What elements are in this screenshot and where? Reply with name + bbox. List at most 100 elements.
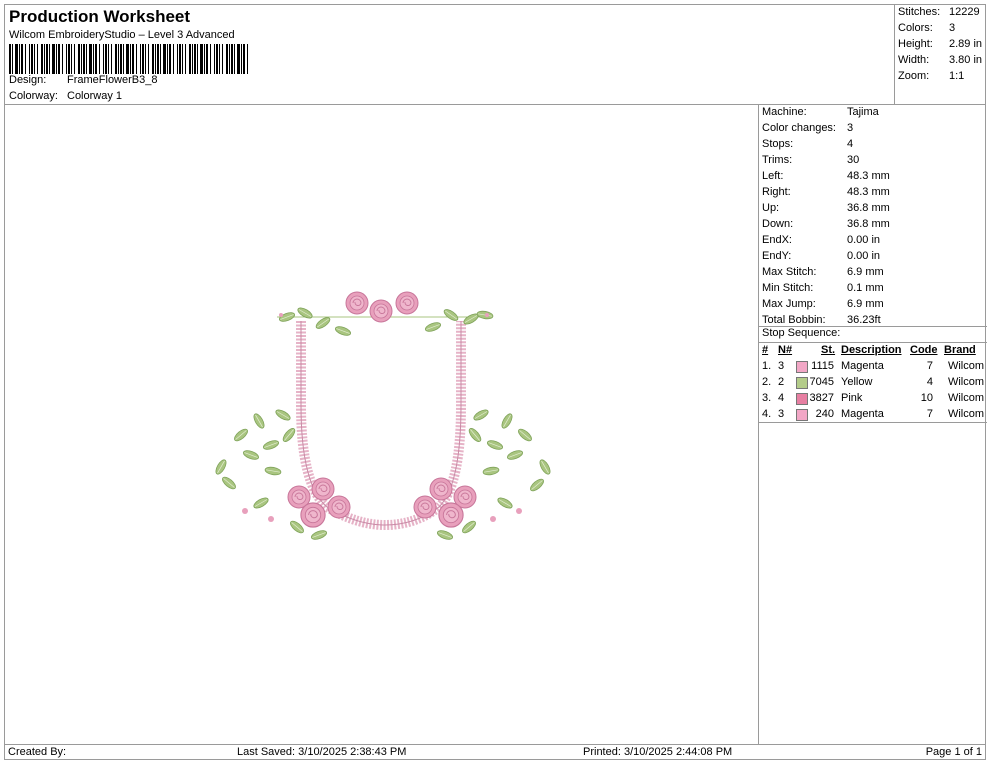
barcode-bar — [21, 44, 23, 74]
barcode-bar — [15, 44, 18, 74]
barcode-bar — [52, 44, 55, 74]
thread-color-swatch — [796, 377, 808, 389]
barcode-bar — [68, 44, 70, 74]
barcode-bar — [46, 44, 48, 74]
roses — [242, 291, 522, 528]
design-stats: Stitches: 12229 Colors: 3 Height: 2.89 in W… — [894, 4, 986, 105]
stat-width: Width: 3.80 in — [898, 54, 983, 66]
machine-row: Right: 48.3 mm — [762, 186, 890, 198]
barcode-bar — [118, 44, 119, 74]
barcode-bar — [95, 44, 97, 74]
barcode-bar — [179, 44, 181, 74]
barcode-bar — [219, 44, 220, 74]
machine-row: Up: 36.8 mm — [762, 202, 890, 214]
barcode-bar — [152, 44, 154, 74]
barcode-bar — [140, 44, 141, 74]
thread-color-swatch — [796, 409, 808, 421]
barcode-bar — [58, 44, 60, 74]
barcode-bar — [115, 44, 117, 74]
barcode-bar — [71, 44, 72, 74]
design-preview — [4, 104, 759, 745]
machine-row: Stops: 4 — [762, 138, 854, 150]
barcode-bar — [214, 44, 215, 74]
embroidery-design — [213, 291, 553, 542]
barcode-bar — [130, 44, 131, 74]
barcode-bar — [93, 44, 94, 74]
stat-colors: Colors: 3 — [898, 22, 956, 34]
created-by: Created By: — [8, 746, 67, 758]
barcode-bar — [111, 44, 112, 74]
barcode-bar — [243, 44, 245, 74]
page-number: Page 1 of 1 — [925, 746, 982, 758]
barcode-bar — [44, 44, 45, 74]
barcode-bar — [145, 44, 146, 74]
barcode-bar — [194, 44, 196, 74]
barcode-bar — [247, 44, 248, 74]
barcode-bar — [142, 44, 144, 74]
barcode-bar — [56, 44, 57, 74]
barcode-bar — [241, 44, 242, 74]
machine-row: Max Jump: 6.9 mm — [762, 298, 884, 310]
barcode-bar — [123, 44, 124, 74]
barcode-bar — [204, 44, 205, 74]
machine-row: Left: 48.3 mm — [762, 170, 890, 182]
barcode-bar — [25, 44, 26, 74]
barcode-bar — [192, 44, 193, 74]
barcode-bar — [132, 44, 134, 74]
barcode-bar — [216, 44, 218, 74]
barcode-bar — [189, 44, 191, 74]
barcode-bar — [9, 44, 11, 74]
stop-sequence-row: 1. 3 1115 Magenta 7 Wilcom — [762, 360, 984, 373]
design-value: FrameFlowerB3_8 — [67, 74, 158, 86]
stop-sequence-header: # N# St. Description Code Brand — [762, 344, 976, 356]
thread-color-swatch — [796, 361, 808, 373]
barcode-bar — [226, 44, 228, 74]
barcode-bar — [231, 44, 233, 74]
barcode-bar — [81, 44, 82, 74]
barcode-bar — [197, 44, 198, 74]
worksheet-header: Production Worksheet Wilcom EmbroiderySt… — [4, 4, 895, 105]
barcode-bar — [74, 44, 75, 74]
barcode-bar — [86, 44, 87, 74]
barcode-bar — [185, 44, 186, 74]
barcode-bar — [160, 44, 161, 74]
barcode-bar — [78, 44, 80, 74]
machine-row: Min Stitch: 0.1 mm — [762, 282, 884, 294]
barcode — [9, 44, 248, 74]
barcode-bar — [169, 44, 171, 74]
machine-row: EndY: 0.00 in — [762, 250, 881, 262]
barcode-bar — [210, 44, 211, 74]
barcode-bar — [177, 44, 178, 74]
barcode-bar — [167, 44, 168, 74]
barcode-bar — [49, 44, 50, 74]
barcode-bar — [103, 44, 104, 74]
barcode-bar — [222, 44, 223, 74]
barcode-bar — [12, 44, 13, 74]
barcode-bar — [120, 44, 122, 74]
barcode-bar — [182, 44, 183, 74]
barcode-bar — [83, 44, 85, 74]
barcode-bar — [19, 44, 20, 74]
barcode-bar — [108, 44, 109, 74]
barcode-bar — [126, 44, 129, 74]
colorway-label: Colorway: — [9, 90, 58, 102]
barcode-bar — [206, 44, 208, 74]
software-name: Wilcom EmbroideryStudio – Level 3 Advanc… — [9, 29, 235, 41]
stop-sequence-row: 2. 2 7045 Yellow 4 Wilcom — [762, 376, 984, 389]
barcode-bar — [173, 44, 174, 74]
page-title: Production Worksheet — [9, 7, 191, 26]
barcode-bar — [31, 44, 33, 74]
machine-row: Machine: Tajima — [762, 106, 879, 118]
stat-stitches: Stitches: 12229 — [898, 6, 980, 18]
barcode-bar — [200, 44, 203, 74]
barcode-bar — [148, 44, 149, 74]
barcode-bar — [237, 44, 240, 74]
barcode-bar — [105, 44, 107, 74]
colorway-value: Colorway 1 — [67, 90, 123, 102]
barcode-bar — [89, 44, 92, 74]
barcode-bar — [29, 44, 30, 74]
stat-zoom: Zoom: 1:1 — [898, 70, 965, 82]
barcode-bar — [163, 44, 166, 74]
printed-date: Printed: 3/10/2025 2:44:08 PM — [583, 746, 733, 758]
stop-sequence-title: Stop Sequence: — [762, 327, 841, 339]
